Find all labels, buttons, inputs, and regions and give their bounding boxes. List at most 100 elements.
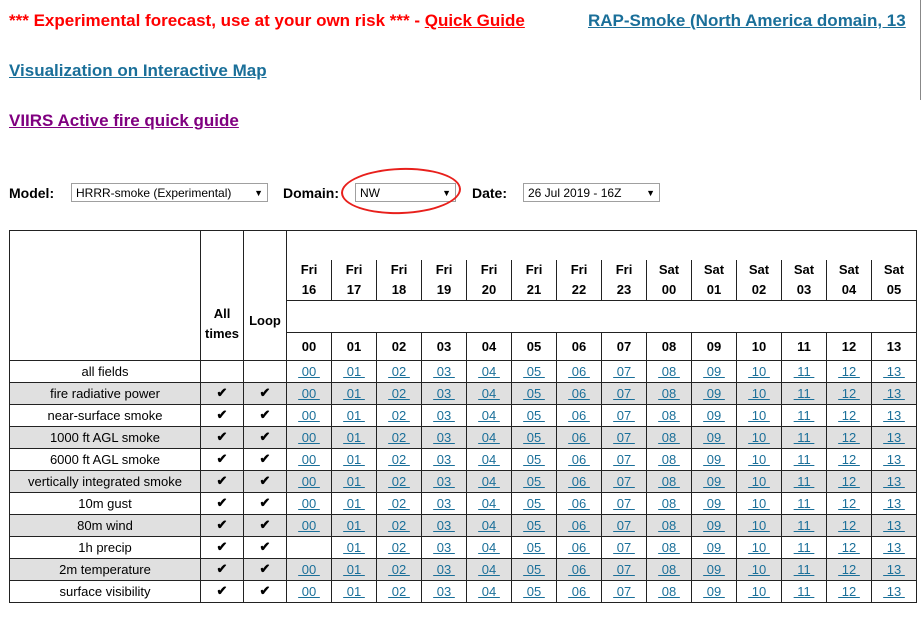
- hour-link[interactable]: 11: [794, 540, 815, 555]
- hour-link[interactable]: 00: [298, 386, 320, 401]
- hour-link[interactable]: 08: [658, 518, 680, 533]
- loop-check-icon[interactable]: ✔: [243, 425, 287, 449]
- hour-link[interactable]: 11: [794, 430, 815, 445]
- hour-link[interactable]: 05: [523, 408, 545, 423]
- hour-link[interactable]: 00: [298, 430, 320, 445]
- hour-link[interactable]: 10: [748, 518, 770, 533]
- hour-link[interactable]: 04: [478, 496, 500, 511]
- hour-link[interactable]: 12: [838, 474, 860, 489]
- hour-link[interactable]: 07: [613, 540, 635, 555]
- hour-link[interactable]: 11: [794, 562, 815, 577]
- hour-link[interactable]: 11: [794, 518, 815, 533]
- hour-link[interactable]: 10: [748, 408, 770, 423]
- hour-link[interactable]: 08: [658, 386, 680, 401]
- hour-link[interactable]: 09: [703, 408, 725, 423]
- hour-link[interactable]: 11: [794, 474, 815, 489]
- hour-link[interactable]: 05: [523, 518, 545, 533]
- hour-link[interactable]: 05: [523, 562, 545, 577]
- hour-link[interactable]: 03: [433, 584, 455, 599]
- hour-link[interactable]: 01: [343, 430, 365, 445]
- hour-link[interactable]: 04: [478, 386, 500, 401]
- hour-link[interactable]: 02: [388, 474, 410, 489]
- hour-link[interactable]: 01: [343, 562, 365, 577]
- hour-link[interactable]: 08: [658, 364, 680, 379]
- hour-link[interactable]: 03: [433, 562, 455, 577]
- hour-link[interactable]: 04: [478, 584, 500, 599]
- hour-link[interactable]: 00: [298, 496, 320, 511]
- hour-link[interactable]: 00: [298, 364, 320, 379]
- hour-link[interactable]: 13: [883, 408, 905, 423]
- hour-link[interactable]: 11: [794, 584, 815, 599]
- hour-link[interactable]: 02: [388, 408, 410, 423]
- all-times-check-icon[interactable]: ✔: [200, 425, 244, 449]
- hour-link[interactable]: 08: [658, 562, 680, 577]
- hour-link[interactable]: 08: [658, 496, 680, 511]
- hour-link[interactable]: 07: [613, 474, 635, 489]
- all-times-check-icon[interactable]: ✔: [200, 579, 244, 603]
- hour-link[interactable]: 01: [343, 584, 365, 599]
- loop-check-icon[interactable]: ✔: [243, 557, 287, 581]
- hour-link[interactable]: 04: [478, 452, 500, 467]
- hour-link[interactable]: 09: [703, 474, 725, 489]
- hour-link[interactable]: 12: [838, 584, 860, 599]
- hour-link[interactable]: 13: [883, 364, 905, 379]
- hour-link[interactable]: 02: [388, 364, 410, 379]
- hour-link[interactable]: 02: [388, 562, 410, 577]
- hour-link[interactable]: 05: [523, 540, 545, 555]
- hour-link[interactable]: 12: [838, 562, 860, 577]
- hour-link[interactable]: 12: [838, 386, 860, 401]
- hour-link[interactable]: 04: [478, 408, 500, 423]
- hour-link[interactable]: 06: [568, 474, 590, 489]
- hour-link[interactable]: 07: [613, 364, 635, 379]
- hour-link[interactable]: 00: [298, 584, 320, 599]
- hour-link[interactable]: 04: [478, 430, 500, 445]
- all-times-check-icon[interactable]: ✔: [200, 491, 244, 515]
- hour-link[interactable]: 00: [298, 452, 320, 467]
- hour-link[interactable]: 08: [658, 540, 680, 555]
- hour-link[interactable]: 04: [478, 518, 500, 533]
- loop-check-icon[interactable]: ✔: [243, 403, 287, 427]
- hour-link[interactable]: 07: [613, 584, 635, 599]
- hour-link[interactable]: 08: [658, 430, 680, 445]
- hour-link[interactable]: 07: [613, 562, 635, 577]
- hour-link[interactable]: 10: [748, 584, 770, 599]
- hour-link[interactable]: 11: [794, 386, 815, 401]
- hour-link[interactable]: 12: [838, 408, 860, 423]
- hour-link[interactable]: 06: [568, 452, 590, 467]
- hour-link[interactable]: 06: [568, 540, 590, 555]
- hour-link[interactable]: 04: [478, 364, 500, 379]
- date-select[interactable]: 26 Jul 2019 - 16Z ▼: [523, 183, 660, 202]
- hour-link[interactable]: 05: [523, 386, 545, 401]
- hour-link[interactable]: 09: [703, 430, 725, 445]
- hour-link[interactable]: 12: [838, 452, 860, 467]
- hour-link[interactable]: 08: [658, 474, 680, 489]
- hour-link[interactable]: 12: [838, 540, 860, 555]
- hour-link[interactable]: 03: [433, 540, 455, 555]
- hour-link[interactable]: 01: [343, 474, 365, 489]
- hour-link[interactable]: 00: [298, 474, 320, 489]
- hour-link[interactable]: 13: [883, 540, 905, 555]
- all-times-check-icon[interactable]: ✔: [200, 447, 244, 471]
- hour-link[interactable]: 02: [388, 386, 410, 401]
- interactive-map-link[interactable]: Visualization on Interactive Map: [9, 61, 267, 81]
- hour-link[interactable]: 06: [568, 364, 590, 379]
- hour-link[interactable]: 07: [613, 386, 635, 401]
- hour-link[interactable]: 10: [748, 364, 770, 379]
- hour-link[interactable]: 07: [613, 518, 635, 533]
- domain-select[interactable]: NW ▼: [355, 183, 456, 202]
- all-times-check-icon[interactable]: ✔: [200, 513, 244, 537]
- hour-link[interactable]: 11: [794, 364, 815, 379]
- hour-link[interactable]: 01: [343, 518, 365, 533]
- hour-link[interactable]: 02: [388, 496, 410, 511]
- hour-link[interactable]: 10: [748, 562, 770, 577]
- loop-check-icon[interactable]: ✔: [243, 469, 287, 493]
- hour-link[interactable]: 10: [748, 452, 770, 467]
- hour-link[interactable]: 02: [388, 584, 410, 599]
- hour-link[interactable]: 05: [523, 474, 545, 489]
- hour-link[interactable]: 04: [478, 562, 500, 577]
- hour-link[interactable]: 10: [748, 540, 770, 555]
- loop-check-icon[interactable]: ✔: [243, 513, 287, 537]
- hour-link[interactable]: 09: [703, 386, 725, 401]
- hour-link[interactable]: 05: [523, 430, 545, 445]
- hour-link[interactable]: 08: [658, 452, 680, 467]
